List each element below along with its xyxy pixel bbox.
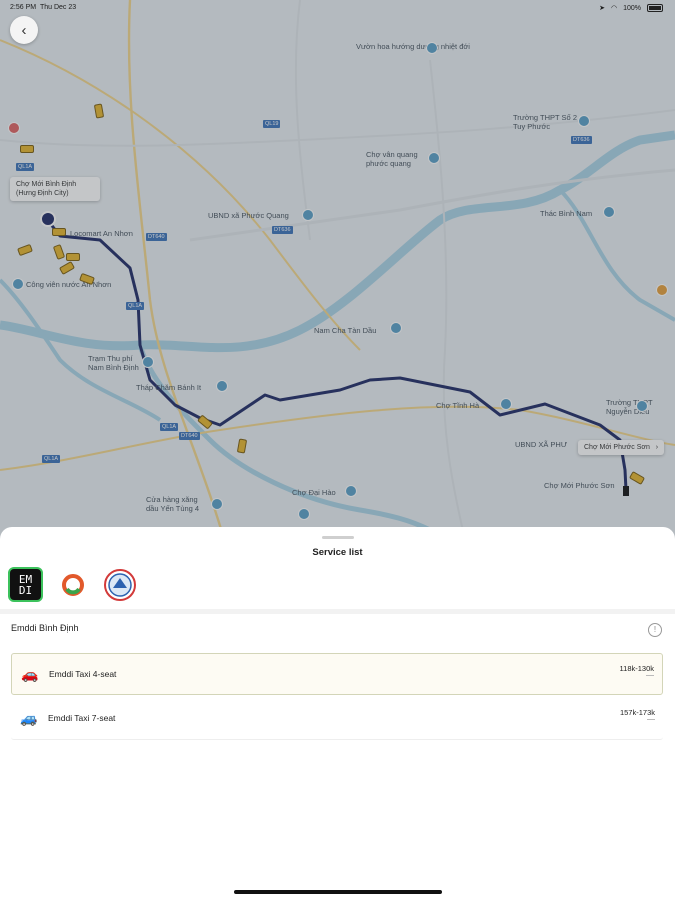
status-right: ➤ ◠ 100% (599, 4, 663, 12)
status-bar: 2:56 PM Thu Dec 23 ➤ ◠ 100% (0, 0, 675, 16)
service-option-4-seat[interactable]: 🚗 Emddi Taxi 4-seat 118k-130k (11, 653, 663, 695)
service-name: Emddi Taxi 7-seat (48, 713, 116, 723)
provider-group-name: Emddi Bình Định (11, 623, 79, 633)
service-price: 118k-130k (619, 664, 654, 673)
price-underline (646, 675, 654, 676)
battery-icon (647, 4, 663, 12)
battery-percent: 100% (623, 4, 641, 12)
car-icon: 🚙 (20, 710, 38, 726)
map-dim-overlay (0, 0, 675, 560)
home-indicator[interactable] (234, 890, 442, 894)
service-sheet: Service list EM DI Emddi Bình Định ! 🚗 Em… (0, 527, 675, 900)
provider-list: EM DI (8, 567, 137, 602)
sheet-grabber[interactable] (322, 536, 354, 539)
service-price: 157k-173k (619, 708, 655, 717)
wifi-icon: ◠ (610, 5, 618, 12)
price-underline (647, 719, 655, 720)
service-option-7-seat[interactable]: 🚙 Emddi Taxi 7-seat 157k-173k (11, 698, 663, 740)
status-time: 2:56 PM Thu Dec 23 (10, 4, 77, 11)
info-icon[interactable]: ! (648, 623, 662, 637)
service-name: Emddi Taxi 4-seat (49, 669, 117, 679)
chevron-left-icon: ‹ (21, 21, 27, 39)
location-icon: ➤ (599, 5, 605, 12)
section-divider (0, 609, 675, 614)
emddi-logo-icon[interactable]: EM DI (8, 567, 43, 602)
sheet-title: Service list (312, 547, 363, 558)
round-emblem-logo-icon[interactable] (102, 567, 137, 602)
orange-swirl-logo-icon[interactable] (55, 567, 90, 602)
back-button[interactable]: ‹ (10, 16, 38, 44)
map-view[interactable]: Vườn hoa hướng dương nhiệt đới Trường TH… (0, 0, 675, 560)
car-icon: 🚗 (21, 666, 39, 682)
